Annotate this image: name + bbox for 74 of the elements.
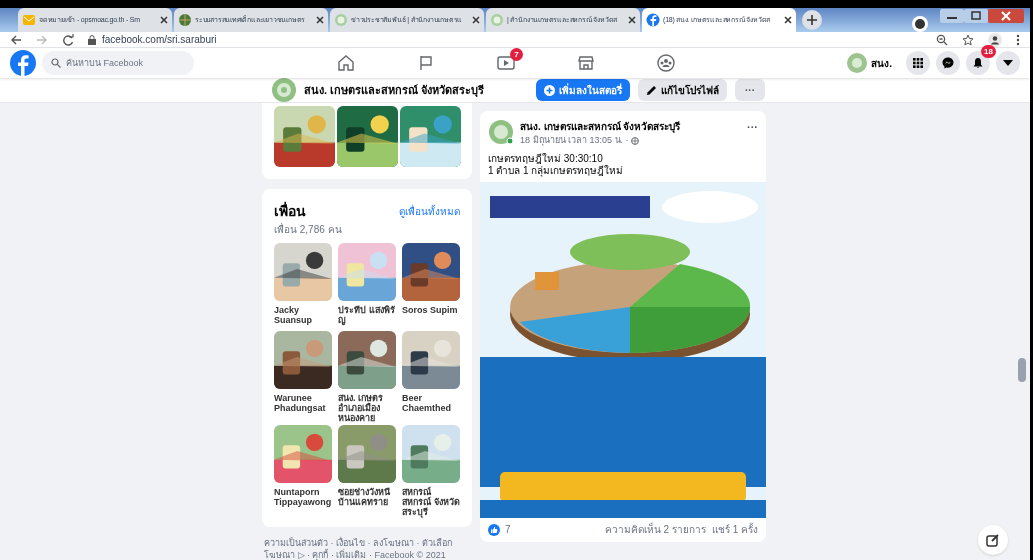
close-icon[interactable] xyxy=(628,16,636,24)
store-icon xyxy=(576,53,596,73)
like-count[interactable]: 7 xyxy=(505,522,511,537)
friend-name[interactable]: สนง. เกษตร อำเภอเมือง หนองคาย xyxy=(338,393,396,423)
footer-links[interactable]: ความเป็นส่วนตัว · เงื่อนไข · ลงโฆษณา · ตัวเลือกโฆษณา ▷ · คุกกี้ · เพิ่มเติม · Facebook © 2021 xyxy=(262,537,472,560)
friend-count: เพื่อน 2,786 คน xyxy=(274,222,343,237)
edit-icon xyxy=(986,533,1000,547)
post-author[interactable]: สนง. เกษตรและสหกรณ์ จังหวัดสระบุรี xyxy=(520,119,747,134)
maximize-icon[interactable] xyxy=(964,9,988,23)
bell-icon xyxy=(972,57,984,69)
notification-badge: 7 xyxy=(510,48,523,61)
account-icon[interactable] xyxy=(912,16,928,32)
compose-button[interactable] xyxy=(978,525,1008,555)
caret-icon xyxy=(1003,60,1013,66)
chat-icon xyxy=(942,57,954,69)
close-icon[interactable] xyxy=(784,16,792,24)
video-icon xyxy=(496,53,516,73)
add-to-story-button[interactable]: เพิ่มลงในสตอรี่ xyxy=(536,79,630,101)
friend-name[interactable]: ประทีป แสงพิรัญ xyxy=(338,305,396,325)
reload-icon[interactable] xyxy=(62,33,74,46)
grid-icon xyxy=(913,58,923,68)
friend-name[interactable]: ซอยช่างวังหนี บ้านแคทราย xyxy=(338,487,396,507)
like-icon xyxy=(488,523,500,536)
share-count[interactable]: แชร์ 1 ครั้ง xyxy=(711,522,758,537)
friend-name[interactable]: Soros Supim xyxy=(402,305,460,315)
friend-name[interactable]: Beer Chaemthed xyxy=(402,393,460,413)
plus-icon xyxy=(807,15,817,25)
groups-icon xyxy=(656,53,676,73)
menu-button[interactable] xyxy=(906,51,930,75)
back-icon[interactable] xyxy=(10,33,22,46)
nav-tab[interactable]: 7 xyxy=(466,48,546,78)
post-text: เกษตรทฤษฎีใหม่ 30:30:10 xyxy=(488,152,603,164)
plus-circle-icon xyxy=(544,84,555,96)
post-time[interactable]: 18 มิถุนายน เวลา 13:05 น. · xyxy=(520,134,629,148)
lock-icon xyxy=(88,34,96,45)
seal-icon xyxy=(334,13,348,27)
see-all-friends-link[interactable]: ดูเพื่อนทั้งหมด xyxy=(399,204,460,219)
facebook-logo[interactable] xyxy=(10,50,36,76)
avatar-icon xyxy=(847,53,868,73)
pencil-icon xyxy=(646,84,657,96)
search-field[interactable]: ค้นหาบน Facebook xyxy=(42,51,194,75)
post-menu-button[interactable]: ··· xyxy=(747,119,758,136)
edit-profile-button[interactable]: แก้ไขโปรไฟล์ xyxy=(638,79,727,101)
home-icon xyxy=(336,53,356,73)
more-button[interactable]: ··· xyxy=(735,79,765,101)
friend-name[interactable]: Jacky Suansup xyxy=(274,305,332,325)
page-avatar xyxy=(488,119,514,145)
scrollbar-thumb[interactable] xyxy=(1018,358,1026,382)
comment-count[interactable]: ความคิดเห็น 2 รายการ xyxy=(604,522,706,537)
post-text: 1 ตำบล 1 กลุ่มเกษตรทฤษฎีใหม่ xyxy=(488,164,625,177)
minimize-icon[interactable] xyxy=(940,9,964,23)
star-icon[interactable] xyxy=(962,33,974,46)
close-icon[interactable] xyxy=(160,16,168,24)
account-button[interactable] xyxy=(996,51,1020,75)
more-icon[interactable] xyxy=(1016,33,1020,46)
page-avatar xyxy=(272,78,296,102)
friend-name[interactable]: สหกรณ์ สหกรณ์ จังหวัดสระบุรี xyxy=(402,487,460,517)
globe-icon xyxy=(178,13,192,27)
friend-name[interactable]: Warunee Phadungsat xyxy=(274,393,332,413)
mail-icon xyxy=(22,13,36,27)
messenger-button[interactable] xyxy=(936,51,960,75)
close-icon[interactable] xyxy=(316,16,324,24)
new-tab-button[interactable] xyxy=(802,10,822,30)
page-name: สนง. เกษตรและสหกรณ์ จังหวัดสระบุรี xyxy=(304,82,485,99)
globe-icon xyxy=(630,136,639,145)
close-icon[interactable] xyxy=(472,16,480,24)
seal-icon xyxy=(490,13,504,27)
profile-button[interactable]: สนง. xyxy=(845,51,900,75)
profile-icon[interactable] xyxy=(988,32,1002,47)
friends-title: เพื่อน xyxy=(274,201,306,221)
zoom-icon[interactable] xyxy=(936,33,948,46)
friend-name[interactable]: Nuntaporn Tippayawong xyxy=(274,487,332,507)
search-icon xyxy=(51,58,61,68)
facebook-icon xyxy=(646,13,660,27)
